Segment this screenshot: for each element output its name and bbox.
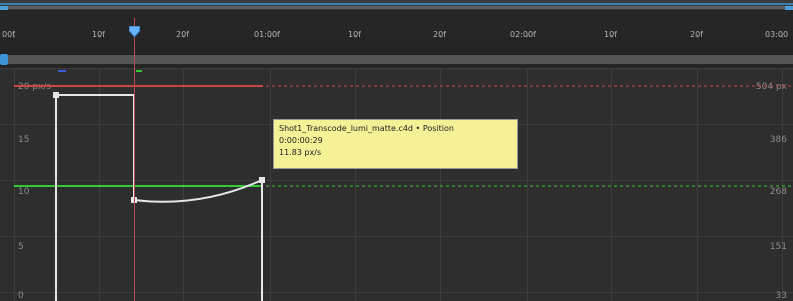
graph-editor: 00f 10f 20f 01:00f 10f 20f 02:00f 10f 20…: [0, 0, 793, 301]
keyframe-marker: [53, 92, 59, 98]
speed-curve: [55, 94, 263, 301]
curves-layer: [14, 70, 793, 301]
keyframe-marker: [259, 177, 265, 183]
graph-tooltip: Shot1_Transcode_lumi_matte.c4d • Positio…: [273, 119, 518, 169]
graph-area[interactable]: 20 px/s 15 10 5 0 504 px 386 268 151 33: [0, 68, 793, 301]
work-area-bar[interactable]: [0, 38, 793, 68]
navigator-track: [0, 3, 793, 5]
blue-keyframe-marker: [58, 70, 66, 72]
work-area-start-handle[interactable]: [0, 54, 8, 65]
current-time-indicator-icon[interactable]: [129, 26, 140, 37]
green-keyframe-marker: [136, 70, 142, 72]
time-navigator[interactable]: [0, 0, 793, 10]
tooltip-time: 0:00:00:29: [279, 136, 323, 145]
time-ruler[interactable]: 00f 10f 20f 01:00f 10f 20f 02:00f 10f 20…: [0, 10, 793, 48]
tooltip-property: Shot1_Transcode_lumi_matte.c4d • Positio…: [279, 124, 454, 133]
work-area-range[interactable]: [8, 55, 793, 64]
current-time-indicator-line[interactable]: [134, 18, 135, 301]
tooltip-speed: 11.83 px/s: [279, 148, 322, 157]
navigator-range[interactable]: [8, 6, 785, 9]
